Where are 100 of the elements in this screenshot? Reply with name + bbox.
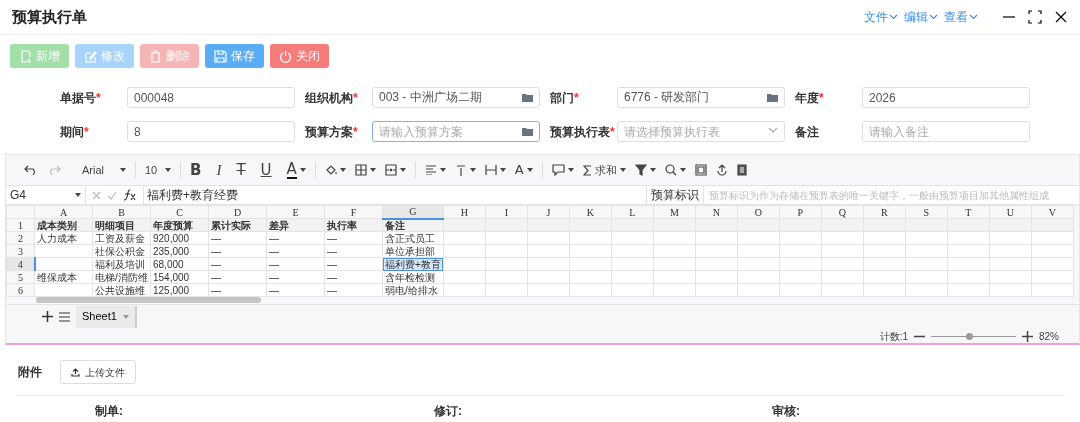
chevron-icon (768, 127, 778, 133)
menu-icon[interactable] (59, 311, 70, 322)
scrollbar-thumb[interactable] (36, 297, 261, 303)
sum-button[interactable]: 求和 (582, 161, 626, 179)
input-field[interactable]: 请选择预算执行表 (617, 121, 785, 142)
caret-icon (369, 168, 376, 172)
column-header[interactable]: V (1031, 205, 1074, 219)
text-wrap-button[interactable]: A (514, 160, 524, 180)
signature-label: 制单: (95, 403, 124, 420)
column-header[interactable]: E (266, 205, 325, 219)
column-header[interactable]: A (34, 205, 93, 219)
table-cell: — (208, 283, 267, 297)
column-header[interactable]: O (737, 205, 780, 219)
table-cell: 含年检检测 (382, 270, 444, 284)
zoom-in-icon[interactable] (1022, 331, 1033, 342)
table-cell: 68,000 (150, 257, 209, 271)
column-header[interactable]: N (695, 205, 738, 219)
menu-button[interactable]: 编辑 (904, 8, 938, 26)
chevron-icon (929, 14, 938, 20)
vertical-align-icon[interactable] (454, 164, 467, 176)
close-icon[interactable] (1054, 10, 1068, 24)
cancel-icon (92, 190, 101, 200)
field-label: 预算执行表 (550, 123, 610, 141)
input-field[interactable]: 003 - 中洲广场二期 (372, 87, 540, 108)
table-cell: 235,000 (150, 244, 209, 258)
text-width-icon[interactable] (484, 164, 497, 176)
required-mark: * (353, 123, 358, 141)
field-label: 年度 (795, 89, 819, 107)
column-header[interactable]: H (443, 205, 486, 219)
column-header[interactable]: K (569, 205, 612, 219)
font-color-button[interactable]: A (286, 161, 297, 179)
input-field[interactable]: 000048 (127, 87, 295, 108)
sigma-icon (582, 164, 592, 176)
column-header[interactable]: M (653, 205, 696, 219)
underline-button[interactable]: U (260, 158, 272, 182)
font-dropdown[interactable]: Arial (82, 161, 126, 179)
filter-icon[interactable] (634, 164, 647, 176)
table-cell: 工资及薪金 (92, 231, 151, 245)
menu-button[interactable]: 文件 (864, 8, 898, 26)
caret-icon (75, 193, 81, 197)
signature-label: 审核: (772, 403, 801, 420)
column-header[interactable]: B (92, 205, 151, 219)
strikethrough-button[interactable]: T (236, 158, 246, 182)
column-header[interactable]: G (382, 205, 444, 219)
sheet-icon[interactable] (736, 164, 747, 176)
table-cell: — (324, 283, 383, 297)
required-mark: * (819, 89, 824, 107)
column-header[interactable]: T (947, 205, 990, 219)
field-label: 期间 (60, 123, 84, 141)
column-header[interactable]: S (905, 205, 948, 219)
column-header[interactable]: P (779, 205, 822, 219)
confirm-icon (107, 190, 117, 200)
bold-button[interactable]: B (190, 158, 202, 182)
required-mark: * (574, 89, 579, 107)
formula-field[interactable]: 福利费+教育经费 (143, 186, 646, 204)
column-header[interactable]: C (150, 205, 209, 219)
field-label: 预算标识 (651, 187, 699, 204)
border-icon[interactable] (354, 164, 367, 176)
italic-button[interactable]: I (216, 158, 222, 182)
input-field[interactable]: 2026 (862, 87, 1030, 108)
input-field[interactable]: 8 (127, 121, 295, 142)
search-icon[interactable] (664, 164, 677, 176)
upload-button[interactable]: 上传文件 (60, 360, 136, 384)
font-size-dropdown[interactable]: 10 (145, 161, 171, 179)
edit-icon (84, 49, 97, 63)
sheet-tab[interactable]: Sheet1 (76, 305, 137, 328)
field-label: 备注 (795, 123, 819, 141)
merge-cells-icon[interactable] (384, 164, 397, 176)
name-box[interactable]: G4 (10, 186, 26, 204)
upload-icon[interactable] (715, 164, 728, 176)
caret-icon (439, 168, 446, 172)
column-header[interactable]: U (989, 205, 1032, 219)
caret-icon (399, 168, 406, 172)
function-icon (123, 189, 137, 201)
column-header[interactable]: R (863, 205, 906, 219)
upload-icon (71, 367, 80, 377)
input-field[interactable]: 请输入备注 (862, 121, 1030, 142)
menu-button[interactable]: 查看 (944, 8, 978, 26)
table-cell: 125,000 (150, 283, 209, 297)
comment-icon[interactable] (551, 164, 565, 176)
table-cell: 维保成本 (34, 270, 93, 284)
input-field[interactable]: 请输入预算方案 (372, 121, 540, 142)
column-header[interactable]: J (527, 205, 570, 219)
column-header[interactable]: Q (821, 205, 864, 219)
chevron-icon (889, 14, 898, 20)
column-header[interactable]: F (324, 205, 383, 219)
column-header[interactable]: I (485, 205, 528, 219)
maximize-icon[interactable] (1028, 10, 1042, 24)
fill-color-icon[interactable] (324, 164, 337, 176)
field-label: 部门 (550, 89, 574, 107)
column-header[interactable]: L (611, 205, 654, 219)
caret-icon (679, 168, 686, 172)
add-icon[interactable] (42, 311, 53, 322)
undo-icon[interactable] (24, 165, 38, 175)
slider-thumb[interactable] (966, 333, 974, 340)
trash-icon (149, 49, 162, 63)
picture-frame-icon[interactable] (694, 164, 707, 176)
input-field[interactable]: 6776 - 研发部门 (617, 87, 785, 108)
table-cell: — (324, 270, 383, 284)
column-header[interactable]: D (208, 205, 267, 219)
